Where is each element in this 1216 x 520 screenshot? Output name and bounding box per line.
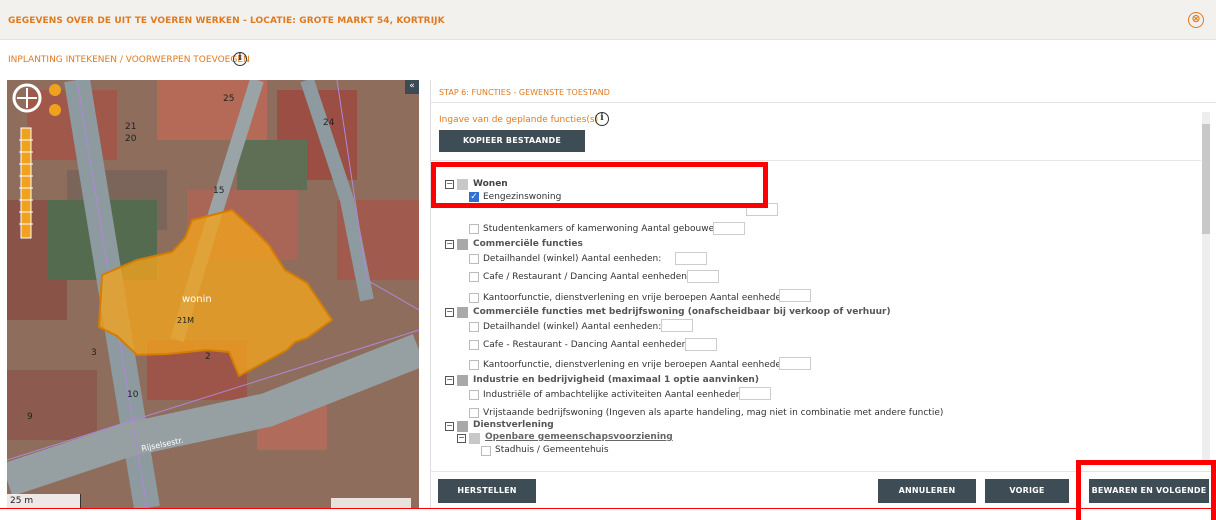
tree-item-detailhandel: Detailhandel (winkel) Aantal eenheden:: [483, 254, 662, 264]
ingave-label: Ingave van de geplande functies(s) i: [439, 112, 609, 126]
collapse-toggle-icon[interactable]: −: [445, 376, 454, 385]
subtitle-text: INPLANTING INTEKENEN / VOORWERPEN TOEVOE…: [8, 55, 250, 65]
highlight-box-wonen: [431, 162, 768, 208]
section-subtitle: INPLANTING INTEKENEN / VOORWERPEN TOEVOE…: [8, 52, 250, 66]
collapse-toggle-icon[interactable]: −: [445, 240, 454, 249]
checkbox-detailhandel[interactable]: [469, 254, 479, 264]
checkbox-stadhuis[interactable]: [481, 446, 491, 456]
checkbox-dienstverlening[interactable]: [457, 421, 468, 432]
checkbox-openbare[interactable]: [469, 433, 480, 444]
checkbox-industrie[interactable]: [457, 375, 468, 386]
quantity-field[interactable]: [675, 252, 707, 265]
functions-panel: STAP 6: FUNCTIES - GEWENSTE TOESTAND Ing…: [430, 80, 1216, 508]
map-canvas[interactable]: [7, 80, 419, 508]
map-credit: [331, 498, 411, 508]
map-view[interactable]: 25 21 20 24 15 3 2 10 21M 9 wonin Rijsel…: [7, 80, 419, 508]
tree-item-cafe: Cafe / Restaurant / Dancing Aantal eenhe…: [483, 272, 690, 282]
tree-item-vrijstaande: Vrijstaande bedrijfswoning (Ingeven als …: [483, 408, 944, 418]
parcel-number: 21M: [177, 316, 195, 325]
tree-item-dienstverlening: Dienstverlening: [473, 420, 554, 430]
tree-item-kantoor: Kantoorfunctie, dienstverlening en vrije…: [483, 293, 790, 303]
checkbox-cafe[interactable]: [469, 272, 479, 282]
checkbox-kantoor-2[interactable]: [469, 360, 479, 370]
highlight-box-save: [1076, 460, 1216, 520]
collapse-toggle-icon[interactable]: −: [445, 422, 454, 431]
tree-item-industrie: Industrie en bedrijvigheid (maximaal 1 o…: [473, 375, 759, 385]
tree-item-kantoor-2: Kantoorfunctie, dienstverlening en vrije…: [483, 360, 790, 370]
checkbox-detailhandel-2[interactable]: [469, 322, 479, 332]
close-icon[interactable]: ⊗: [1188, 12, 1204, 28]
dialog-title: GEGEVENS OVER DE UIT TE VOEREN WERKEN - …: [8, 16, 445, 26]
tree-item-cafe-2: Cafe - Restaurant - Dancing Aantal eenhe…: [483, 340, 691, 350]
previous-button[interactable]: VORIGE: [985, 479, 1069, 503]
parcel-number: 10: [127, 390, 139, 400]
divider: [431, 102, 1216, 103]
collapse-map-button[interactable]: «: [405, 80, 419, 94]
checkbox-cafe-2[interactable]: [469, 340, 479, 350]
copy-existing-functions-button[interactable]: KOPIEER BESTAANDE FUNCTIES: [439, 130, 585, 167]
parcel-number: 21: [125, 122, 137, 132]
checkbox-vrijstaande[interactable]: [469, 408, 479, 418]
info-icon[interactable]: i: [595, 112, 609, 126]
scrollbar[interactable]: [1202, 112, 1210, 464]
map-scale: 25 m: [7, 494, 81, 508]
info-icon[interactable]: i: [233, 52, 247, 66]
checkbox-commerciele[interactable]: [457, 239, 468, 250]
checkbox-commerciele-bedrijfswoning[interactable]: [457, 307, 468, 318]
parcel-number: 9: [27, 412, 33, 422]
collapse-toggle-icon[interactable]: −: [445, 308, 454, 317]
tree-item-stadhuis: Stadhuis / Gemeentehuis: [495, 445, 609, 455]
tree-item-commerciele: Commerciële functies: [473, 239, 583, 249]
checkbox-kantoor[interactable]: [469, 293, 479, 303]
quantity-field[interactable]: [687, 270, 719, 283]
quantity-field[interactable]: [661, 319, 693, 332]
parcel-number: 15: [213, 186, 225, 196]
polygon-label: wonin: [182, 294, 212, 305]
checkbox-studentenkamers[interactable]: [469, 224, 479, 234]
scrollbar-thumb[interactable]: [1202, 124, 1210, 234]
highlight-line: [0, 508, 1216, 509]
dialog-header: GEGEVENS OVER DE UIT TE VOEREN WERKEN - …: [0, 0, 1216, 40]
checkbox-industriele[interactable]: [469, 390, 479, 400]
ingave-text: Ingave van de geplande functies(s): [439, 115, 599, 125]
quantity-field[interactable]: [713, 222, 745, 235]
step-title: STAP 6: FUNCTIES - GEWENSTE TOESTAND: [439, 88, 610, 97]
collapse-toggle-icon[interactable]: −: [457, 434, 466, 443]
quantity-field[interactable]: [685, 338, 717, 351]
parcel-number: 25: [223, 94, 235, 104]
quantity-field[interactable]: [779, 357, 811, 370]
parcel-number: 2: [205, 352, 211, 362]
quantity-field[interactable]: [779, 289, 811, 302]
parcel-number: 3: [91, 348, 97, 358]
tree-item-commerciele-bedrijfswoning: Commerciële functies met bedrijfswoning …: [473, 307, 891, 317]
divider: [431, 160, 1201, 161]
quantity-field[interactable]: [739, 387, 771, 400]
tree-item-detailhandel-2: Detailhandel (winkel) Aantal eenheden:: [483, 322, 662, 332]
parcel-number: 24: [323, 118, 335, 128]
tree-item-openbare: Openbare gemeenschapsvoorziening: [485, 432, 673, 442]
tree-item-studentenkamers: Studentenkamers of kamerwoning Aantal ge…: [483, 224, 723, 234]
restore-button[interactable]: HERSTELLEN: [438, 479, 536, 503]
parcel-number: 20: [125, 134, 137, 144]
cancel-button[interactable]: ANNULEREN: [878, 479, 976, 503]
tree-item-industriele: Industriële of ambachtelijke activiteite…: [483, 390, 745, 400]
